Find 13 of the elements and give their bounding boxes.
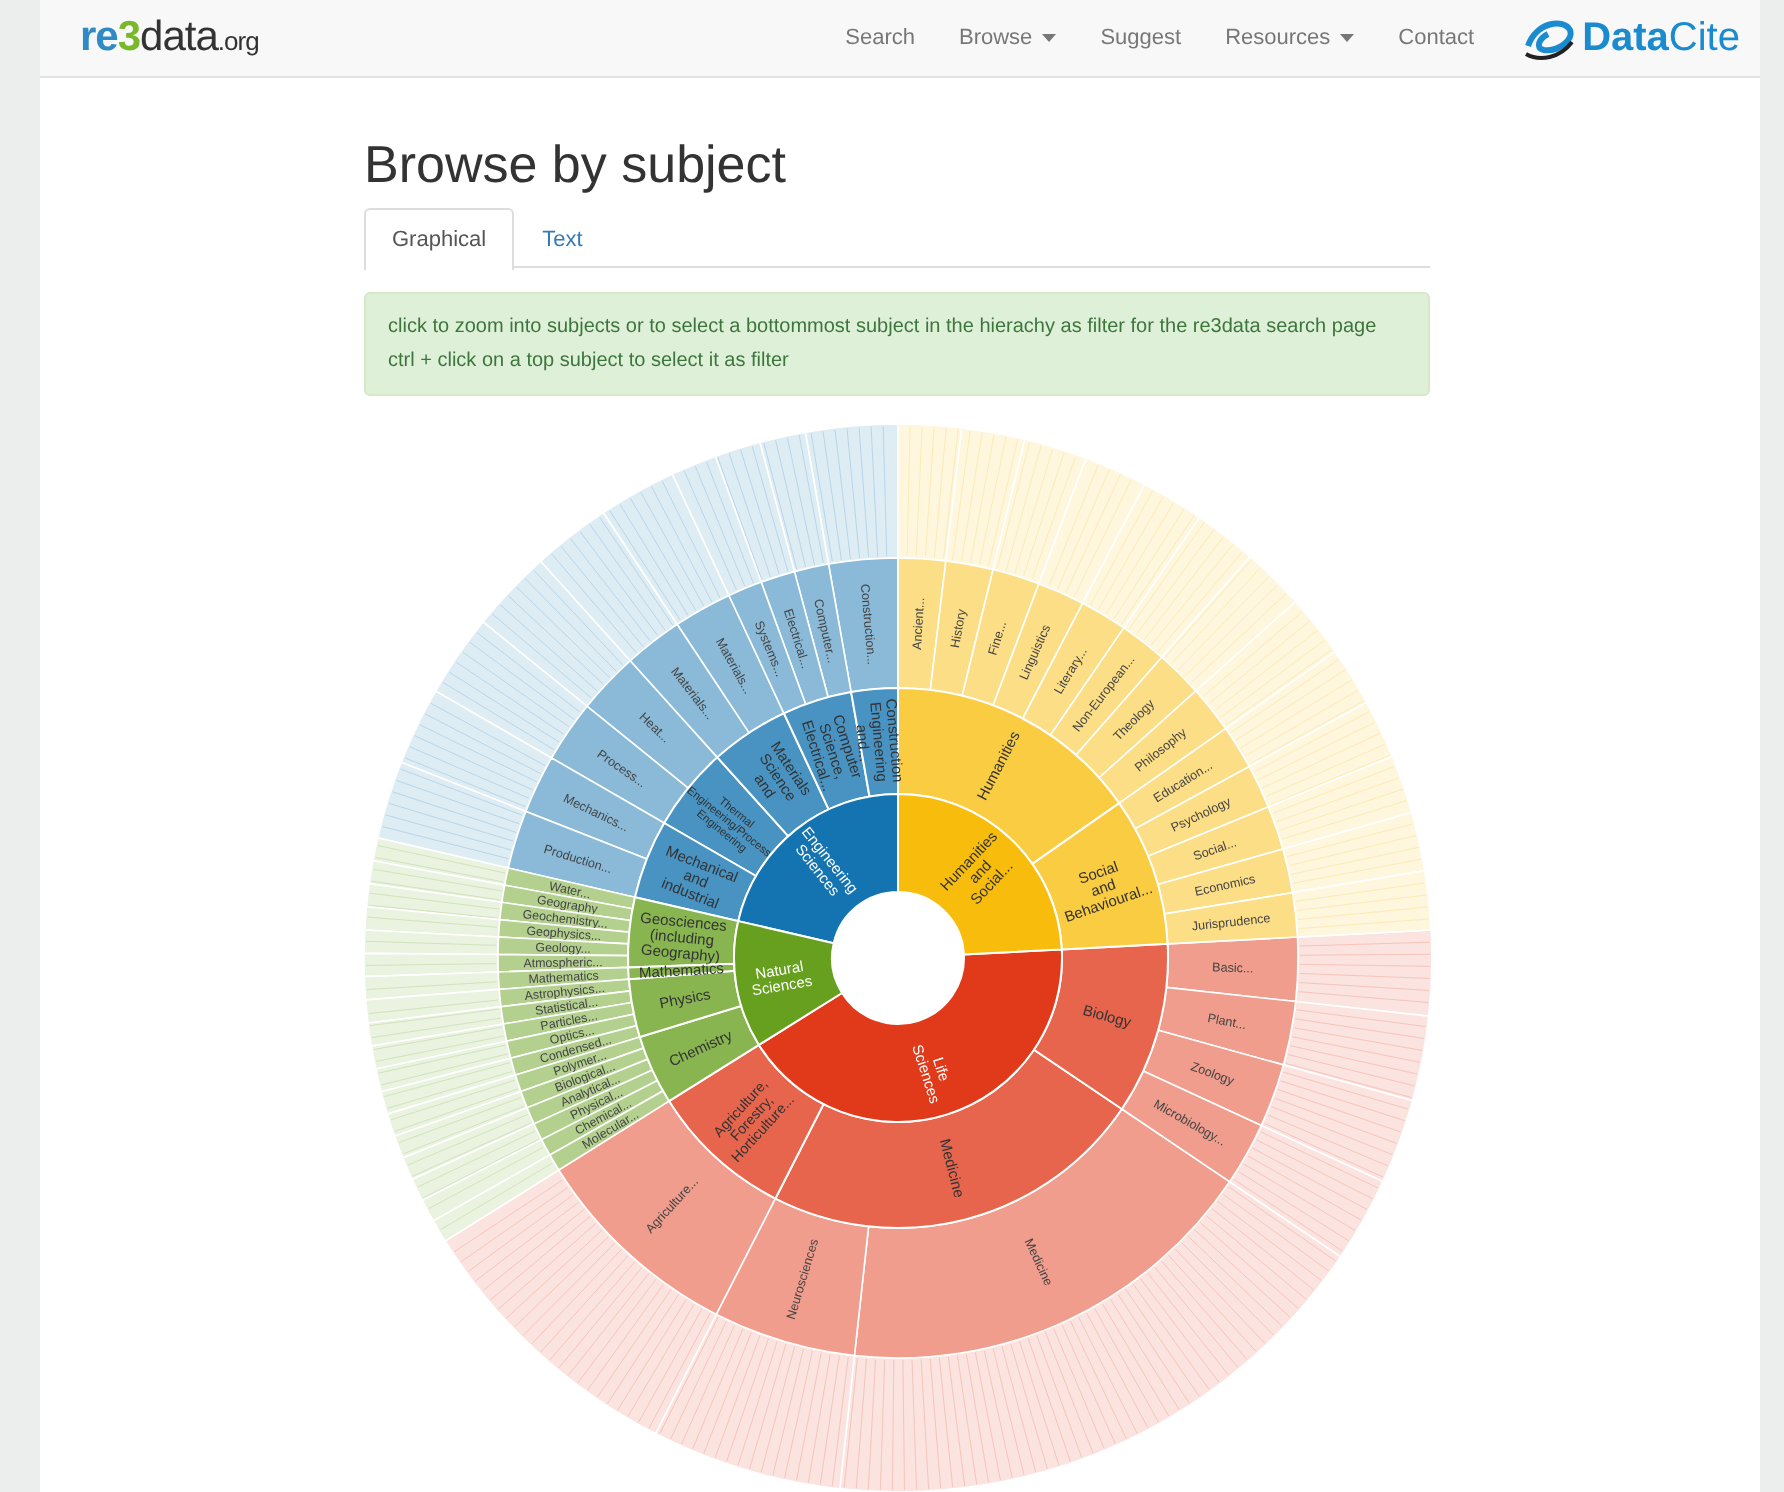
nav-link[interactable]: Resources — [1203, 26, 1377, 50]
hint-text: click to zoom into subjects or to select a bottommost subject in the hierachy as filter for the re3data search page — [388, 314, 1379, 342]
nav-link[interactable]: Search — [823, 26, 937, 50]
swoosh-icon — [1520, 14, 1577, 62]
nav-link[interactable]: Suggest — [1078, 26, 1204, 50]
tab[interactable]: Graphical — [364, 208, 515, 270]
nav-link[interactable]: Contact — [1376, 26, 1497, 50]
partner-logo[interactable]: DataCite — [1582, 15, 1740, 61]
page-title: Browse by subject — [364, 134, 788, 196]
tab[interactable]: Text — [514, 208, 611, 268]
nav-link[interactable]: Browse — [937, 26, 1079, 50]
site-logo[interactable]: re3data.org — [80, 14, 259, 62]
hint-text: ctrl + click on a top subject to select it as filter — [388, 348, 791, 376]
